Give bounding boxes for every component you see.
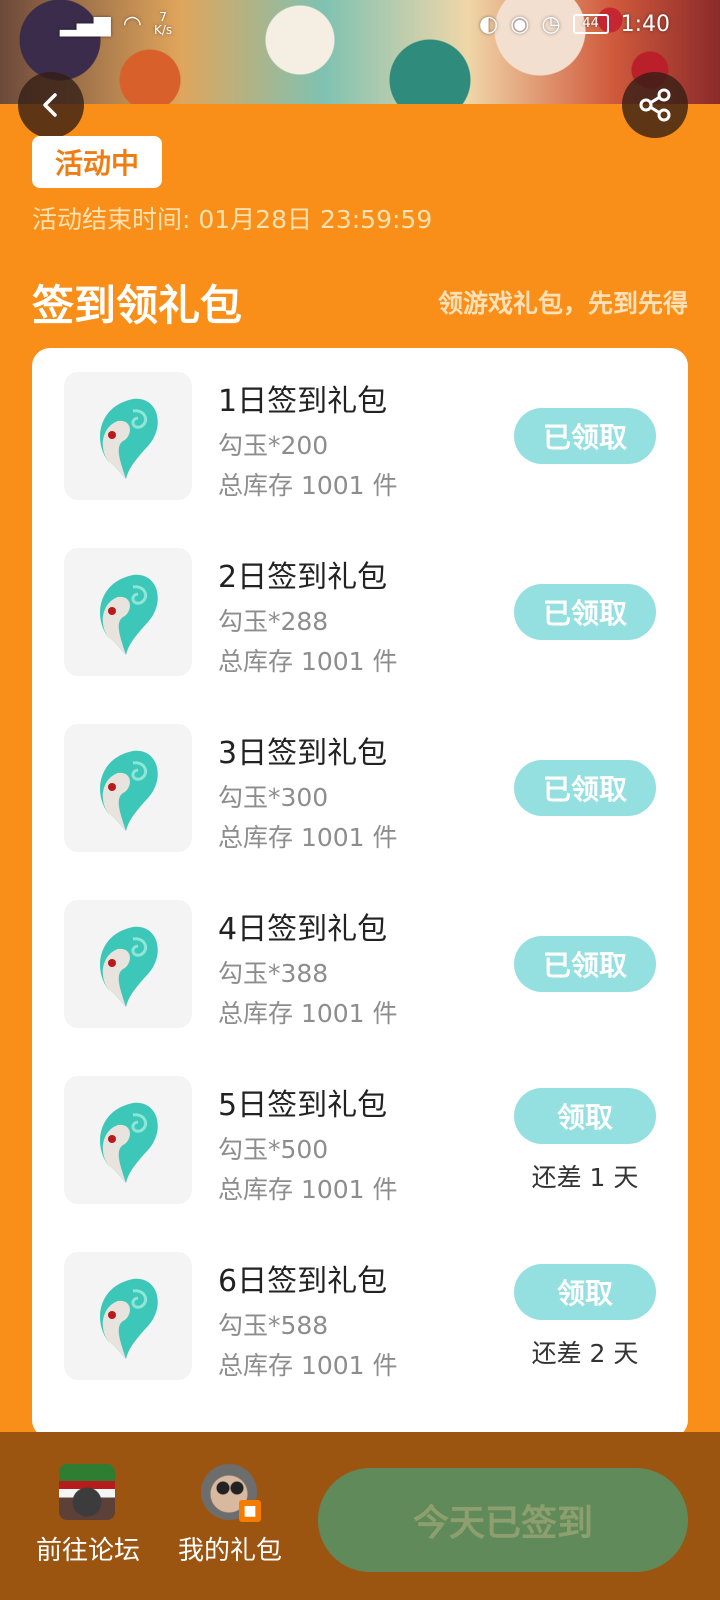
magatama-icon	[100, 574, 158, 655]
bottom-bar: 前往论坛 ■ 我的礼包 今天已签到	[0, 1432, 720, 1600]
forum-game-icon	[59, 1464, 115, 1520]
gift-item: 3日签到礼包 勾玉*300 总库存 1001 件 已领取	[32, 700, 688, 852]
gift-image	[64, 1076, 192, 1204]
gift-stock: 总库存 1001 件	[218, 1351, 398, 1380]
status-right: ◐ ◉ ◷ 44 1:40	[479, 12, 670, 37]
gift-content: 勾玉*588	[218, 1311, 329, 1340]
wifi-icon: ◠	[122, 11, 142, 37]
back-button[interactable]	[18, 72, 84, 138]
alarm-icon: ◷	[541, 11, 561, 37]
status-left: ▂▄▆ ◠ 7 K/s	[60, 11, 172, 37]
gift-item: 1日签到礼包 勾玉*200 总库存 1001 件 已领取	[32, 348, 688, 500]
battery-icon: 44	[572, 14, 609, 34]
status-bar: ▂▄▆ ◠ 7 K/s ◐ ◉ ◷ 44 1:40	[0, 0, 720, 48]
net-speed-value: 7	[159, 10, 167, 24]
gift-item: 4日签到礼包 勾玉*388 总库存 1001 件 已领取	[32, 876, 688, 1028]
activity-end-time: 活动结束时间: 01月28日 23:59:59	[32, 205, 433, 234]
claimed-button[interactable]: 已领取	[514, 408, 656, 464]
gift-item: 6日签到礼包 勾玉*588 总库存 1001 件 领取 还差 2 天	[32, 1228, 688, 1380]
magatama-icon	[100, 1278, 158, 1359]
header-banner: ▂▄▆ ◠ 7 K/s ◐ ◉ ◷ 44 1:40	[0, 0, 720, 104]
activity-status-badge: 活动中	[32, 136, 162, 188]
clock: 1:40	[620, 11, 670, 37]
forum-tab-label: 前往论坛	[35, 1536, 140, 1566]
gift-image	[64, 1252, 192, 1380]
gift-name: 4日签到礼包	[218, 912, 388, 947]
gift-content: 勾玉*200	[218, 431, 329, 460]
gift-image	[64, 900, 192, 1028]
days-remaining: 还差 2 天	[531, 1339, 639, 1368]
gift-item: 2日签到礼包 勾玉*288 总库存 1001 件 已领取	[32, 524, 688, 676]
gift-name: 2日签到礼包	[218, 560, 388, 595]
gift-name: 6日签到礼包	[218, 1264, 388, 1299]
magatama-icon	[100, 1102, 158, 1183]
forum-tab[interactable]: 前往论坛	[23, 1464, 153, 1574]
gift-content: 勾玉*388	[218, 959, 329, 988]
eye-icon: ◉	[510, 11, 530, 37]
share-button[interactable]	[622, 72, 688, 138]
gift-box-icon: ■	[239, 1500, 261, 1522]
gift-content: 勾玉*288	[218, 607, 329, 636]
gift-content: 勾玉*300	[218, 783, 329, 812]
checkin-button[interactable]: 今天已签到	[318, 1468, 688, 1572]
my-gifts-tab[interactable]: ■ 我的礼包	[165, 1464, 295, 1574]
magatama-icon	[100, 750, 158, 831]
section-title: 签到领礼包	[32, 281, 243, 330]
nfc-icon: ◐	[478, 11, 499, 37]
gift-stock: 总库存 1001 件	[218, 999, 398, 1028]
my-gifts-tab-label: 我的礼包	[177, 1536, 282, 1566]
gift-name: 3日签到礼包	[218, 736, 388, 771]
claim-button[interactable]: 领取	[514, 1264, 656, 1320]
magatama-icon	[100, 398, 158, 479]
section-slogan: 领游戏礼包，先到先得	[437, 289, 688, 318]
days-remaining: 还差 1 天	[531, 1163, 639, 1192]
gift-name: 1日签到礼包	[218, 384, 388, 419]
claimed-button[interactable]: 已领取	[514, 584, 656, 640]
net-speed-unit: K/s	[153, 23, 173, 37]
gift-stock: 总库存 1001 件	[218, 471, 398, 500]
gift-stock: 总库存 1001 件	[218, 823, 398, 852]
signal-icon: ▂▄▆	[60, 11, 111, 37]
gift-image	[64, 372, 192, 500]
chevron-left-icon	[43, 93, 57, 117]
share-icon	[639, 88, 671, 122]
magatama-icon	[100, 926, 158, 1007]
claim-button[interactable]: 领取	[514, 1088, 656, 1144]
gift-content: 勾玉*500	[218, 1135, 329, 1164]
claimed-button[interactable]: 已领取	[514, 760, 656, 816]
gift-stock: 总库存 1001 件	[218, 647, 398, 676]
gift-name: 5日签到礼包	[218, 1088, 388, 1123]
claimed-button[interactable]: 已领取	[514, 936, 656, 992]
gift-list: 1日签到礼包 勾玉*200 总库存 1001 件 已领取 2日签到礼包 勾玉*2…	[32, 348, 688, 1438]
net-speed: 7 K/s	[154, 11, 172, 37]
gift-stock: 总库存 1001 件	[218, 1175, 398, 1204]
gift-image	[64, 548, 192, 676]
gift-item: 5日签到礼包 勾玉*500 总库存 1001 件 领取 还差 1 天	[32, 1052, 688, 1204]
gift-image	[64, 724, 192, 852]
